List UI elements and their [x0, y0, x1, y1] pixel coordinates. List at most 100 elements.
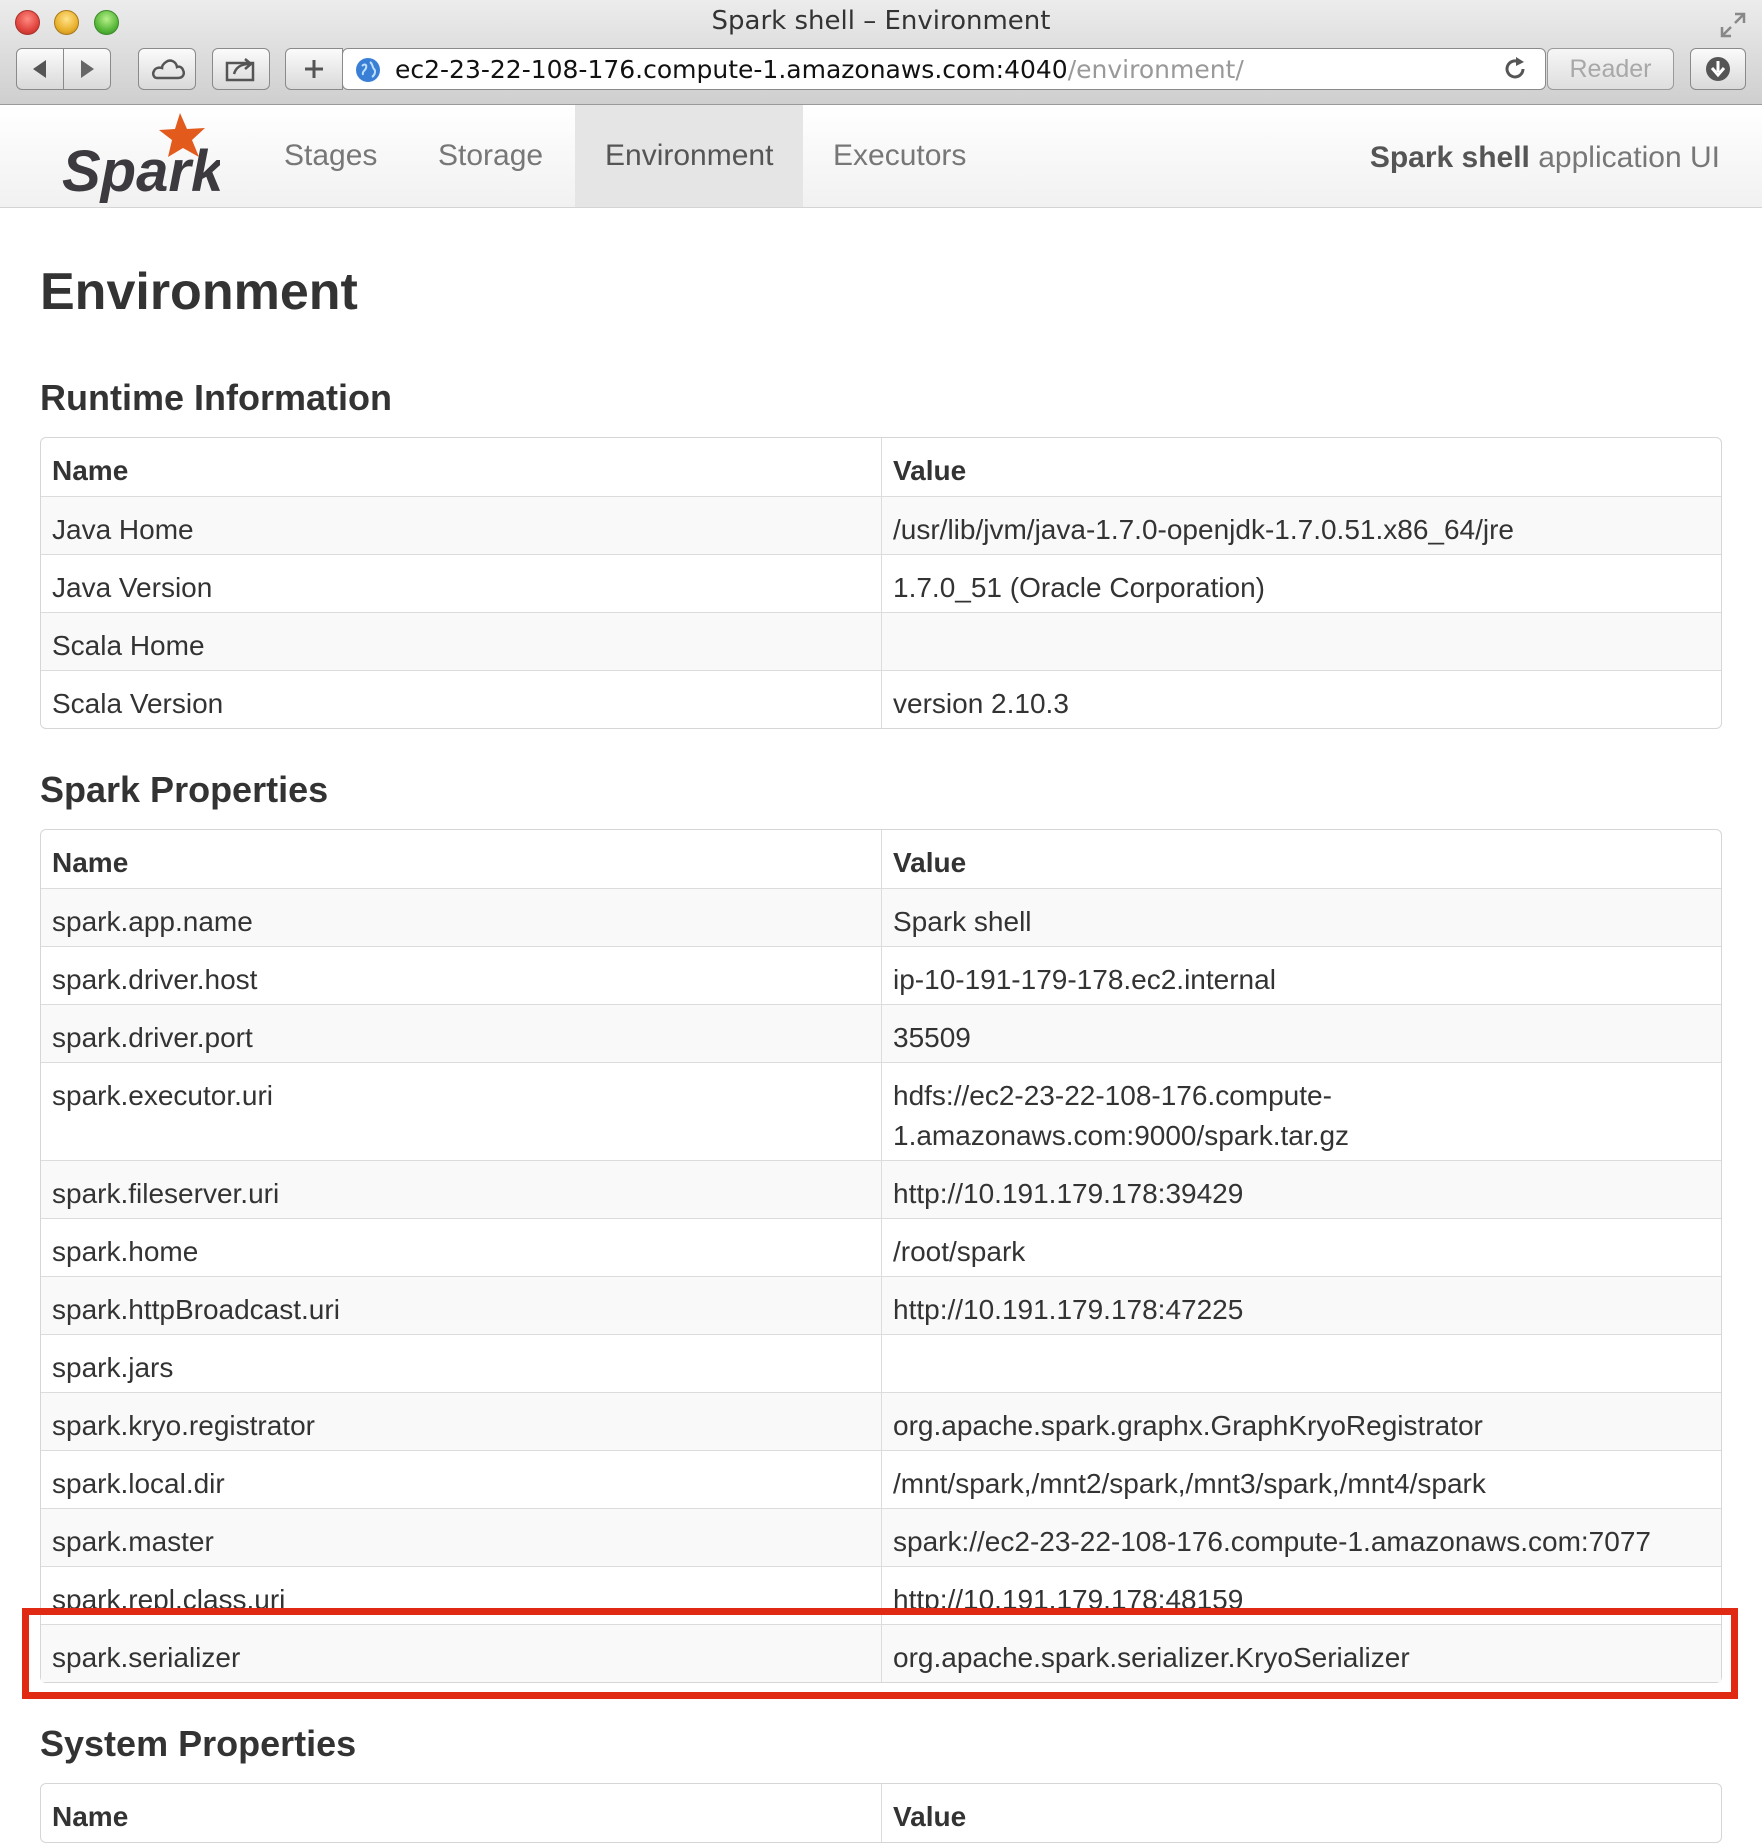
- window-title: Spark shell – Environment: [711, 6, 1051, 36]
- url-host: ec2-23-22-108-176.compute-1.amazonaws.co…: [395, 55, 1068, 84]
- back-arrow-icon: [33, 60, 46, 78]
- property-name: spark.serializer: [41, 1624, 881, 1682]
- property-value: hdfs://ec2-23-22-108-176.compute- 1.amazo…: [881, 1062, 1721, 1160]
- browser-toolbar: Spark shell – Environment ec2-23-22-108-…: [0, 0, 1762, 105]
- column-header-value[interactable]: Value: [881, 1784, 1721, 1842]
- table-row: spark.jars: [41, 1334, 1721, 1392]
- property-name: spark.app.name: [41, 888, 881, 946]
- table-row: spark.driver.host ip-10-191-179-178.ec2.i…: [41, 946, 1721, 1004]
- property-value-line: hdfs://ec2-23-22-108-176.compute-: [893, 1080, 1332, 1111]
- tab-stages[interactable]: Stages: [254, 105, 407, 207]
- property-name: spark.driver.host: [41, 946, 881, 1004]
- new-tab-button[interactable]: [285, 48, 343, 90]
- property-value: [881, 1334, 1721, 1392]
- add-tab-icon: [305, 60, 323, 78]
- property-name: spark.fileserver.uri: [41, 1160, 881, 1218]
- system-properties-section-title: System Properties: [40, 1723, 357, 1764]
- property-name: spark.kryo.registrator: [41, 1392, 881, 1450]
- table-row: spark.httpBroadcast.uri http://10.191.179…: [41, 1276, 1721, 1334]
- spark-logo[interactable]: Spark: [58, 111, 220, 207]
- tab-executors[interactable]: Executors: [803, 105, 996, 207]
- property-value: http://10.191.179.178:48159: [881, 1566, 1721, 1624]
- table-row: Java Home/usr/lib/jvm/java-1.7.0-openjdk…: [41, 496, 1721, 554]
- property-value: [881, 612, 1721, 670]
- table-row: Scala Version version 2.10.3: [41, 670, 1721, 728]
- icloud-icon: [151, 59, 186, 80]
- property-value: org.apache.spark.serializer.KryoSerializ…: [881, 1624, 1721, 1682]
- table-row: spark.master spark://ec2-23-22-108-176.co…: [41, 1508, 1721, 1566]
- table-row: spark.fileserver.uri http://10.191.179.17…: [41, 1160, 1721, 1218]
- tab-storage[interactable]: Storage: [408, 105, 573, 207]
- property-name: spark.master: [41, 1508, 881, 1566]
- property-value: http://10.191.179.178:47225: [881, 1276, 1721, 1334]
- column-header-name[interactable]: Name: [41, 1784, 881, 1842]
- property-name: spark.driver.port: [41, 1004, 881, 1062]
- share-button[interactable]: [212, 48, 270, 90]
- table-header-row: Name Value: [41, 1784, 1721, 1842]
- url-path: /environment/: [1067, 55, 1244, 84]
- table-row: spark.driver.port 35509: [41, 1004, 1721, 1062]
- icloud-tabs-button[interactable]: [138, 48, 196, 90]
- runtime-section-title: Runtime Information: [40, 377, 392, 418]
- table-row: spark.app.name Spark shell: [41, 888, 1721, 946]
- globe-icon: [356, 58, 380, 82]
- forward-arrow-icon: [81, 60, 94, 78]
- property-value: Spark shell: [881, 888, 1721, 946]
- column-header-value[interactable]: Value: [881, 830, 1721, 888]
- runtime-table: Name Value Java Home/usr/lib/jvm/java-1.…: [40, 437, 1722, 729]
- table-row: spark.kryo.registrator org.apache.spark.g…: [41, 1392, 1721, 1450]
- property-name: spark.home: [41, 1218, 881, 1276]
- reader-button[interactable]: Reader: [1547, 48, 1674, 90]
- property-value: org.apache.spark.graphx.GraphKryoRegistr…: [881, 1392, 1721, 1450]
- property-value: 35509: [881, 1004, 1721, 1062]
- app-title: Spark shell application UI: [1370, 105, 1720, 211]
- table-row: Scala Home: [41, 612, 1721, 670]
- property-value-line: 1.amazonaws.com:9000/spark.tar.gz: [893, 1120, 1350, 1151]
- spark-navbar: Spark Stages Storage Environment Executo…: [0, 105, 1762, 208]
- column-header-value[interactable]: Value: [881, 438, 1721, 496]
- reload-icon[interactable]: [1500, 54, 1530, 84]
- table-row: spark.home/root/spark: [41, 1218, 1721, 1276]
- spark-logo-text: Spark: [62, 139, 220, 204]
- property-value: spark://ec2-23-22-108-176.compute-1.amaz…: [881, 1508, 1721, 1566]
- table-header-row: Name Value: [41, 830, 1721, 888]
- url-text: ec2-23-22-108-176.compute-1.amazonaws.co…: [395, 55, 1244, 84]
- property-value: /root/spark: [881, 1218, 1721, 1276]
- column-header-name[interactable]: Name: [41, 438, 881, 496]
- app-name: Spark shell: [1369, 141, 1530, 174]
- spark-properties-section-title: Spark Properties: [40, 769, 329, 810]
- downloads-button[interactable]: [1690, 48, 1746, 90]
- download-icon: [1706, 57, 1730, 81]
- property-name: spark.repl.class.uri: [41, 1566, 881, 1624]
- forward-button[interactable]: [63, 48, 111, 90]
- app-title-suffix: application UI: [1529, 141, 1720, 174]
- table-header-row: Name Value: [41, 438, 1721, 496]
- property-name: Java Version: [41, 554, 881, 612]
- share-icon: [225, 58, 255, 82]
- property-value: http://10.191.179.178:39429: [881, 1160, 1721, 1218]
- column-header-name[interactable]: Name: [41, 830, 881, 888]
- property-value: /usr/lib/jvm/java-1.7.0-openjdk-1.7.0.51…: [881, 496, 1721, 554]
- spark-properties-table: Name Value spark.app.name Spark shell spa…: [40, 829, 1722, 1683]
- address-bar[interactable]: ec2-23-22-108-176.compute-1.amazonaws.co…: [342, 48, 1546, 90]
- property-name: spark.local.dir: [41, 1450, 881, 1508]
- tab-environment[interactable]: Environment: [575, 105, 803, 207]
- property-value: 1.7.0_51 (Oracle Corporation): [881, 554, 1721, 612]
- fullscreen-icon[interactable]: [1718, 10, 1748, 40]
- table-row: Java Version 1.7.0_51 (Oracle Corporation…: [41, 554, 1721, 612]
- page-title: Environment: [40, 263, 358, 321]
- property-value: /mnt/spark,/mnt2/spark,/mnt3/spark,/mnt4…: [881, 1450, 1721, 1508]
- property-value: ip-10-191-179-178.ec2.internal: [881, 946, 1721, 1004]
- system-properties-table: Name Value: [40, 1783, 1722, 1843]
- table-row: spark.repl.class.uri http://10.191.179.17…: [41, 1566, 1721, 1624]
- table-row: spark.executor.uri hdfs://ec2-23-22-108-1…: [41, 1062, 1721, 1160]
- table-row: spark.serializer org.apache.spark.seriali…: [41, 1624, 1721, 1682]
- property-name: Scala Home: [41, 612, 881, 670]
- back-button[interactable]: [16, 48, 64, 90]
- property-name: spark.httpBroadcast.uri: [41, 1276, 881, 1334]
- property-name: spark.jars: [41, 1334, 881, 1392]
- table-row: spark.local.dir/mnt/spark,/mnt2/spark,/m…: [41, 1450, 1721, 1508]
- property-name: Java Home: [41, 496, 881, 554]
- property-value: version 2.10.3: [881, 670, 1721, 728]
- property-name: spark.executor.uri: [41, 1062, 881, 1160]
